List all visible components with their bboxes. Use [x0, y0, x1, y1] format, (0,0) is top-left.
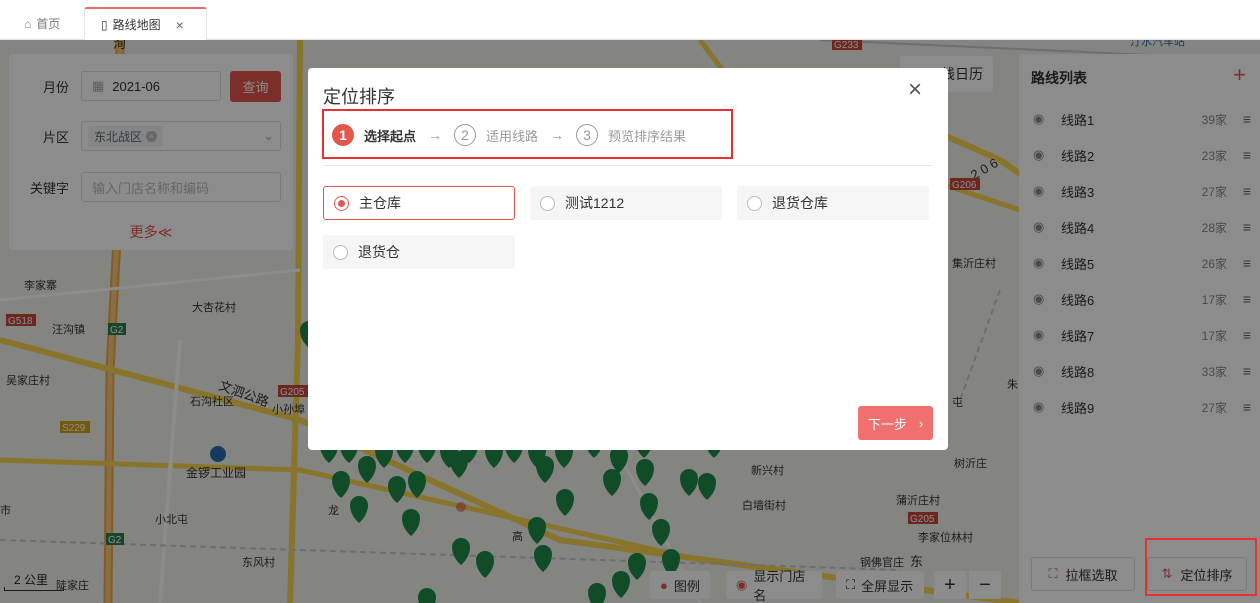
start-option[interactable]: 主仓库	[323, 186, 515, 220]
document-icon: ▯	[101, 17, 108, 32]
tab-route-map-label: 路线地图	[112, 18, 161, 32]
dialog-title: 定位排序	[323, 87, 395, 107]
annotation-sort-button-highlight	[1145, 538, 1257, 596]
start-option-label: 退货仓库	[772, 195, 828, 211]
close-icon[interactable]: ×	[905, 78, 925, 102]
tab-bar: ⌂ 首页 ▯ 路线地图 ×	[0, 0, 1260, 40]
start-option[interactable]: 退货仓库	[737, 186, 929, 220]
tab-route-map[interactable]: ▯ 路线地图 ×	[84, 7, 207, 40]
annotation-steps-highlight	[322, 109, 733, 159]
tab-home-label: 首页	[36, 17, 61, 31]
close-icon[interactable]: ×	[176, 17, 184, 33]
start-option-label: 退货仓	[358, 244, 400, 260]
chevron-right-icon: ›	[918, 415, 924, 431]
tab-home[interactable]: ⌂ 首页	[24, 7, 60, 40]
dialog-divider	[323, 165, 933, 166]
start-option-label: 主仓库	[359, 195, 401, 211]
start-option[interactable]: 测试1212	[530, 186, 722, 220]
home-icon: ⌂	[24, 16, 32, 31]
start-option[interactable]: 退货仓	[323, 235, 515, 269]
next-step-label: 下一步	[867, 416, 907, 432]
start-option-label: 测试1212	[565, 195, 625, 211]
radio-icon	[540, 195, 555, 211]
radio-icon	[747, 195, 762, 211]
radio-icon	[333, 244, 348, 260]
next-step-button[interactable]: 下一步 ›	[858, 406, 933, 440]
radio-selected-icon	[334, 195, 349, 211]
